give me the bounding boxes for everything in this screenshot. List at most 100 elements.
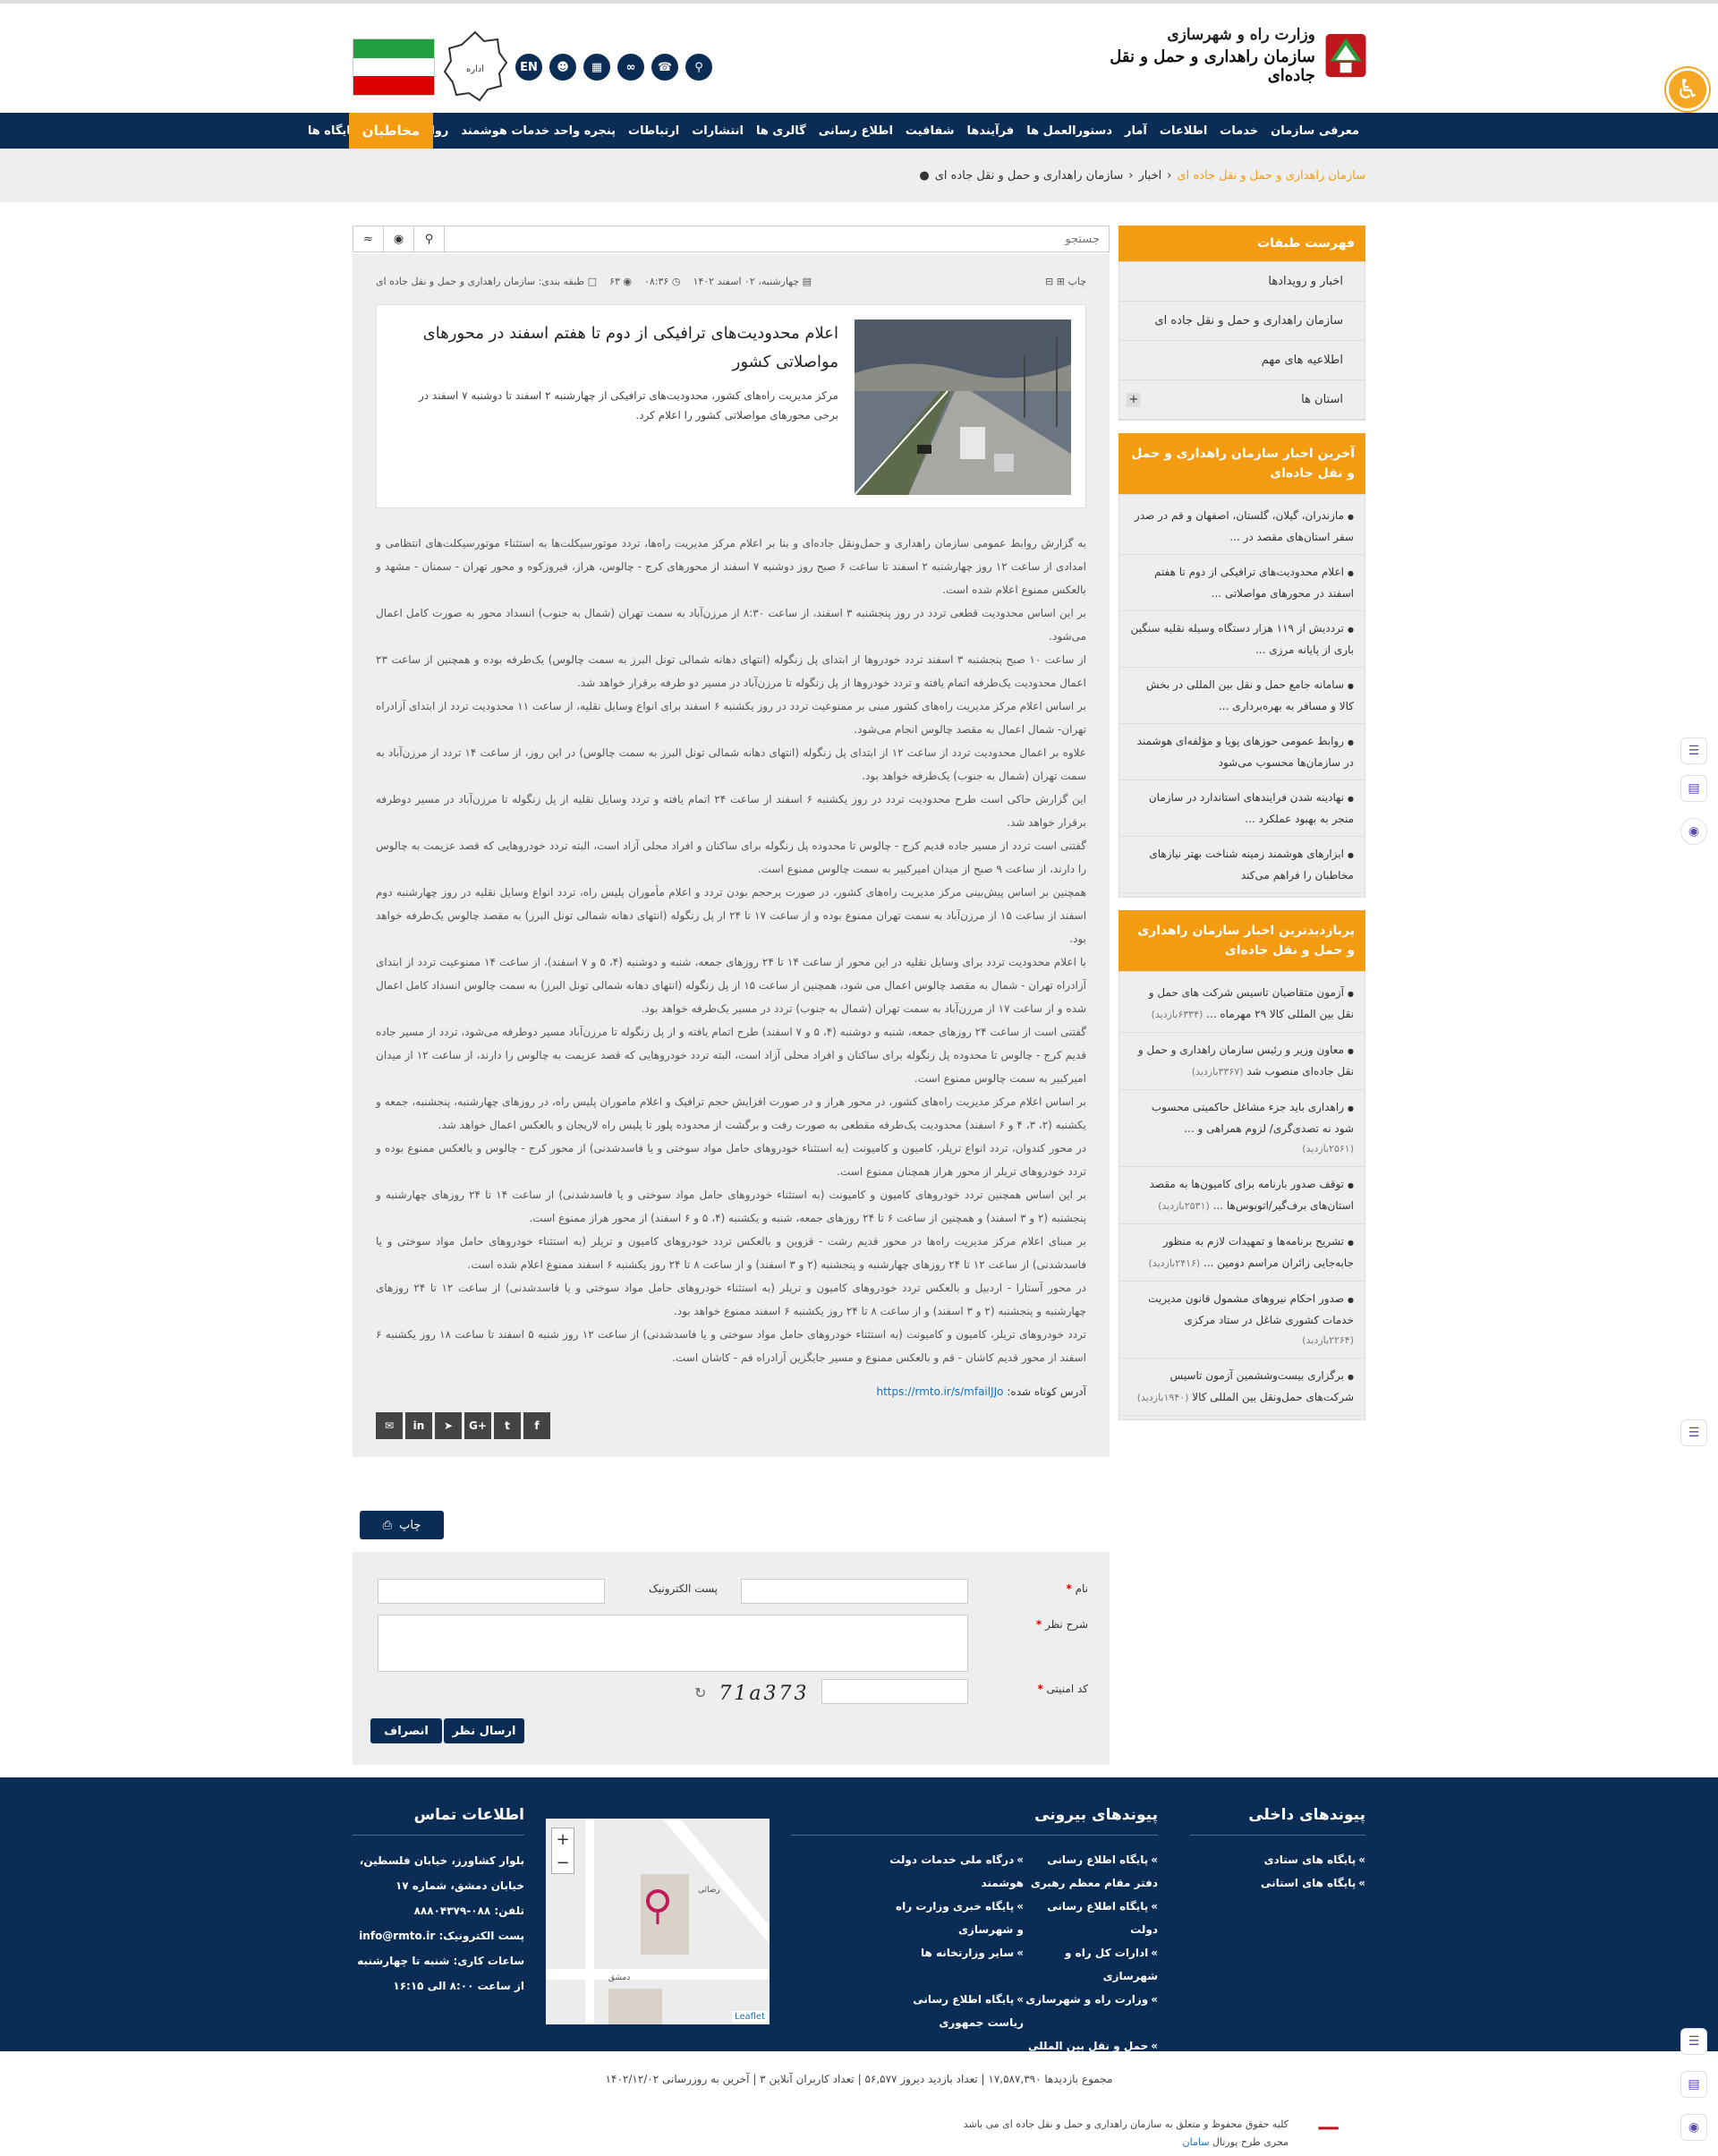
footer-external-link[interactable]: وزارت راه و شهرسازی xyxy=(1024,1988,1158,2011)
leaflet-attribution[interactable]: Leaflet xyxy=(731,2011,768,2023)
footer-external-link[interactable]: ادارات کل راه و شهرسازی xyxy=(1024,1941,1158,1988)
footer-external-link[interactable]: پایگاه اطلاع رسانی دولت xyxy=(1024,1895,1158,1941)
contact-line: پست الکترونیک: info@rmto.ir xyxy=(359,1930,524,1942)
translate-float-icon[interactable]: ☰ xyxy=(1680,737,1707,764)
categories-list: اخبار و رویدادها سازمان راهداری و حمل و ن… xyxy=(1118,261,1365,421)
captcha-input[interactable] xyxy=(821,1679,968,1704)
footer: پیوندهای داخلی پایگاه های ستادیپایگاه ها… xyxy=(0,1777,1718,2052)
popular-news-title[interactable]: صدور احکام نیروهای مشمول قانون مدیریت خد… xyxy=(1148,1292,1354,1326)
footer-external-link[interactable]: پایگاه اطلاع رسانی ریاست جمهوری xyxy=(889,1988,1024,2034)
nav-item[interactable]: فرآیندها xyxy=(961,124,1021,138)
refresh-icon[interactable]: ↻ xyxy=(694,1684,706,1701)
cancel-button[interactable]: انصراف xyxy=(370,1718,442,1743)
telegram-share-icon[interactable]: ➤ xyxy=(435,1412,462,1439)
users-icon[interactable]: ☻ xyxy=(549,54,576,81)
accessibility-icon[interactable]: ♿ xyxy=(1666,68,1709,111)
developer-link[interactable]: سامان xyxy=(1183,2136,1210,2148)
nav-item[interactable]: انتشارات xyxy=(685,124,750,138)
category-item[interactable]: اطلاعیه های مهم xyxy=(1119,341,1365,380)
category-item[interactable]: اخبار و رویدادها xyxy=(1119,262,1365,302)
nav-item[interactable]: اطلاعات xyxy=(1153,124,1213,138)
footer-internal-link[interactable]: پایگاه های استانی xyxy=(1231,1871,1365,1895)
translate-float-icon-2[interactable]: ☰ xyxy=(1680,1419,1707,1446)
popular-news-title[interactable]: برگزاری بیست‌وششمین آزمون تاسیس شرکت‌های… xyxy=(1170,1369,1354,1403)
latest-news-title: آخرین اخبار سازمان راهداری و حمل و نقل ج… xyxy=(1118,433,1365,494)
nav-item[interactable]: آمار xyxy=(1118,124,1153,138)
zoom-in-button[interactable]: + xyxy=(552,1828,574,1852)
article-category[interactable]: طبقه بندی: سازمان راهداری و حمل و نقل جا… xyxy=(376,276,584,287)
translate-float-icon-3[interactable]: ☰ xyxy=(1680,2028,1707,2055)
footer-internal-link[interactable]: پایگاه های ستادی xyxy=(1231,1848,1365,1871)
location-map[interactable]: رضائی دمشق + − Leaflet xyxy=(546,1819,770,2024)
popular-news-item[interactable]: صدور احکام نیروهای مشمول قانون مدیریت خد… xyxy=(1119,1282,1365,1359)
breadcrumb-item-2[interactable]: اخبار xyxy=(1138,169,1161,183)
footer-external-link[interactable]: پایگاه خبری وزارت راه و شهرسازی xyxy=(889,1895,1024,1941)
email-share-icon[interactable]: ✉ xyxy=(376,1412,403,1439)
latest-news-item[interactable]: مازندران، گیلان، گلستان، اصفهان و قم در … xyxy=(1119,499,1365,555)
nav-item[interactable]: معرفی سازمان xyxy=(1264,124,1365,138)
map-zoom-controls[interactable]: + − xyxy=(551,1828,574,1874)
search-icon[interactable]: ⚲ xyxy=(685,54,712,81)
linkedin-share-icon[interactable]: in xyxy=(405,1412,432,1439)
latest-news-item[interactable]: ترددیش از ۱۱۹ هزار دستگاه وسیله نقلیه سن… xyxy=(1119,611,1365,668)
latest-news-item[interactable]: ابزارهای هوشمند زمینه شناخت بهتر نیازهای… xyxy=(1119,837,1365,893)
sitemap-icon[interactable]: ▦ xyxy=(583,54,610,81)
print-link[interactable]: چاپ ⊞ ⊟ xyxy=(1045,276,1086,287)
brain-float-icon-2[interactable]: ◉ xyxy=(1680,2114,1707,2141)
category-item[interactable]: سازمان راهداری و حمل و نقل جاده ای xyxy=(1119,302,1365,341)
nav-item[interactable]: ارتباطات xyxy=(622,124,685,138)
captcha-label: کد امنیتی * xyxy=(1037,1683,1088,1695)
nav-item[interactable]: شفافیت xyxy=(899,124,961,138)
popular-news-views: (۱۹۴۰بازدید) xyxy=(1136,1392,1189,1403)
search-icon[interactable]: ⚲ xyxy=(414,226,445,251)
latest-news-item[interactable]: سامانه جامع حمل و نقل بین المللی در بخش … xyxy=(1119,668,1365,724)
breadcrumb-item-1[interactable]: سازمان راهداری و حمل و نقل جاده ای xyxy=(935,169,1124,183)
popular-news-item[interactable]: معاون وزیر و رئیس سازمان راهداری و حمل و… xyxy=(1119,1033,1365,1090)
latest-news-item[interactable]: نهادینه شدن فرایندهای استاندارد در سازما… xyxy=(1119,780,1365,837)
article-paragraph: گفتنی است از ساعت ۲۴ روزهای جمعه، شنبه و… xyxy=(376,1026,1086,1085)
facebook-share-icon[interactable]: f xyxy=(523,1412,550,1439)
zoom-out-button[interactable]: − xyxy=(552,1852,574,1875)
footer-external-link[interactable]: سایر وزارتخانه ها xyxy=(889,1941,1024,1964)
brain-float-icon[interactable]: ◉ xyxy=(1680,818,1707,845)
nav-item[interactable]: خدمات xyxy=(1213,124,1264,138)
zoom-out-icon: ⊟ xyxy=(1045,275,1054,287)
footer-external-link[interactable]: پایگاه اطلاع رسانی دفتر مقام معظم رهبری xyxy=(1024,1848,1158,1895)
latest-news-item[interactable]: روابط عمومی حوزهای پویا و مؤلفه‌ای هوشمن… xyxy=(1119,724,1365,780)
expand-icon[interactable]: + xyxy=(1127,393,1141,407)
category-item[interactable]: استان ها + xyxy=(1119,380,1365,420)
twitter-share-icon[interactable]: t xyxy=(494,1412,521,1439)
submit-comment-button[interactable]: ارسال نظر xyxy=(444,1718,524,1743)
binoculars-icon[interactable]: ◉ xyxy=(384,226,414,251)
popular-news-item[interactable]: راهداری باید جزء مشاغل حاکمیتی محسوب شود… xyxy=(1119,1090,1365,1167)
lang-en-button[interactable]: EN xyxy=(515,54,542,81)
phone-icon[interactable]: ☎ xyxy=(651,54,678,81)
popular-news-item[interactable]: تشریح برنامه‌ها و تمهیدات لازم به منظور … xyxy=(1119,1224,1365,1282)
latest-news-item[interactable]: اعلام محدودیت‌های ترافیکی از دوم تا هفتم… xyxy=(1119,555,1365,611)
footer-external-link[interactable]: درگاه ملی خدمات دولت هوشمند xyxy=(889,1848,1024,1895)
nav-item[interactable]: پنجره واحد خدمات هوشمند xyxy=(455,124,622,138)
nav-item[interactable]: دستورالعمل ها xyxy=(1020,124,1118,138)
org-logo[interactable]: وزارت راه و شهرسازی سازمان راهداری و حمل… xyxy=(1108,21,1367,89)
nav-item[interactable]: اطلاع رسانی xyxy=(812,124,899,138)
article-paragraph: تردد خودروهای تریلر، کامیون و کامیونت (ب… xyxy=(376,1328,1086,1364)
popular-news-item[interactable]: برگزاری بیست‌وششمین آزمون تاسیس شرکت‌های… xyxy=(1119,1359,1365,1416)
internal-links-title: پیوندهای داخلی xyxy=(1190,1806,1365,1836)
google-plus-share-icon[interactable]: G+ xyxy=(464,1412,491,1439)
print-button[interactable]: ⎙ چاپ xyxy=(360,1511,444,1539)
comment-textarea[interactable] xyxy=(378,1615,968,1672)
email-input[interactable] xyxy=(378,1579,605,1604)
name-input[interactable] xyxy=(741,1579,968,1604)
nav-item[interactable]: گالری ها xyxy=(750,124,812,138)
reader-float-icon-2[interactable]: ▤ xyxy=(1680,2071,1707,2098)
rss-icon[interactable]: ≈ xyxy=(353,226,384,251)
popular-news-item[interactable]: توقف صدور بارنامه برای کامیون‌ها به مقصد… xyxy=(1119,1167,1365,1224)
reader-float-icon[interactable]: ▤ xyxy=(1680,775,1707,802)
link-icon[interactable]: ∞ xyxy=(617,54,644,81)
popular-news-item[interactable]: آزمون متقاضیان تاسیس شرکت های حمل و نقل … xyxy=(1119,976,1365,1033)
search-input[interactable] xyxy=(445,226,1109,251)
popular-news-title[interactable]: راهداری باید جزء مشاغل حاکمیتی محسوب شود… xyxy=(1152,1101,1354,1135)
nav-contacts-button[interactable]: مخاطبان xyxy=(349,113,433,149)
short-link-url[interactable]: https://rmto.ir/s/mfailJJo xyxy=(876,1385,1003,1398)
popular-news-title[interactable]: معاون وزیر و رئیس سازمان راهداری و حمل و… xyxy=(1138,1044,1354,1078)
